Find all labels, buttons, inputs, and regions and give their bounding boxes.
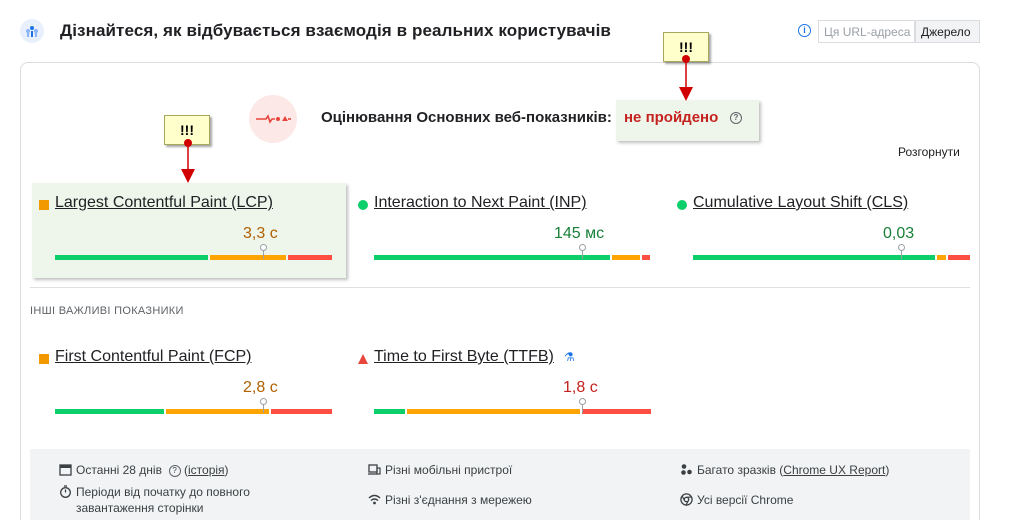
metric-value: 3,3 с bbox=[243, 225, 278, 242]
distribution-bar bbox=[55, 244, 332, 260]
metric-value: 145 мс bbox=[554, 225, 605, 242]
chrome-info: Усі версії Chrome bbox=[680, 492, 793, 508]
metric-ttfb: Time to First Byte (TTFB) ⚗ 1,8 с bbox=[358, 348, 651, 418]
percentile-marker bbox=[579, 244, 586, 259]
percentile-marker bbox=[898, 244, 905, 259]
percentile-marker bbox=[579, 398, 586, 413]
metric-name[interactable]: First Contentful Paint (FCP) bbox=[55, 348, 252, 366]
help-icon[interactable]: ? bbox=[730, 112, 742, 124]
devices-text: Різні мобільні пристрої bbox=[385, 463, 513, 477]
distribution-bar bbox=[55, 398, 332, 414]
chrome-text: Усі версії Chrome bbox=[697, 493, 794, 507]
metric-fcp: First Contentful Paint (FCP) 2,8 с bbox=[39, 348, 332, 418]
samples-icon bbox=[681, 464, 692, 475]
good-segment bbox=[55, 255, 208, 260]
url-tab[interactable]: Ця URL-адреса bbox=[818, 20, 915, 43]
metric-name[interactable]: Interaction to Next Paint (INP) bbox=[374, 194, 587, 212]
good-segment bbox=[374, 409, 405, 414]
metric-value: 0,03 bbox=[883, 225, 915, 242]
poor-segment bbox=[642, 255, 650, 260]
callout-arrow-status bbox=[679, 55, 693, 101]
good-segment bbox=[55, 409, 164, 414]
needs-improvement-segment bbox=[937, 255, 946, 260]
percentile-marker bbox=[260, 244, 267, 259]
samples-text: Багато зразків ( bbox=[697, 463, 784, 477]
callout-arrow-lcp bbox=[181, 139, 195, 183]
devices-info: Різні мобільні пристрої bbox=[368, 462, 512, 478]
duration-info: Періоди від початку до повного завантаже… bbox=[59, 484, 319, 516]
good-marker-icon bbox=[677, 200, 687, 210]
devices-icon bbox=[368, 464, 381, 475]
needs-improvement-segment bbox=[407, 409, 580, 414]
chrome-ux-report-link[interactable]: Chrome UX Report bbox=[783, 463, 885, 477]
page-header: Дізнайтеся, як відбувається взаємодія в … bbox=[0, 0, 1024, 62]
network-info: Різні з'єднання з мережею bbox=[368, 492, 532, 508]
poor-segment bbox=[271, 409, 332, 414]
percentile-marker bbox=[260, 398, 267, 413]
metric-cls: Cumulative Layout Shift (CLS) 0,03 bbox=[677, 194, 970, 264]
poor-segment bbox=[288, 255, 332, 260]
history-link[interactable]: історія bbox=[188, 463, 225, 477]
needs-improvement-marker-icon bbox=[39, 354, 49, 364]
metric-value: 1,8 с bbox=[563, 379, 598, 396]
metric-inp: Interaction to Next Paint (INP) 145 мс bbox=[358, 194, 650, 264]
other-metrics-label: ІНШІ ВАЖЛИВІ ПОКАЗНИКИ bbox=[30, 305, 184, 317]
metric-lcp: Largest Contentful Paint (LCP) 3,3 с bbox=[39, 194, 332, 264]
network-text: Різні з'єднання з мережею bbox=[385, 493, 532, 507]
duration-text: Періоди від початку до повного завантаже… bbox=[76, 485, 250, 515]
metric-name[interactable]: Time to First Byte (TTFB) bbox=[374, 348, 554, 366]
expand-link[interactable]: Розгорнути bbox=[898, 145, 960, 159]
metric-name[interactable]: Largest Contentful Paint (LCP) bbox=[55, 194, 273, 212]
assessment-title: Оцінювання Основних веб-показників: bbox=[321, 109, 612, 126]
failed-assessment-icon bbox=[249, 95, 297, 143]
poor-marker-icon bbox=[358, 354, 368, 364]
calendar-icon bbox=[59, 464, 72, 476]
distribution-bar bbox=[374, 244, 651, 260]
info-icon[interactable]: i bbox=[798, 24, 811, 37]
poor-segment bbox=[582, 409, 651, 414]
distribution-bar bbox=[374, 398, 651, 414]
needs-improvement-segment bbox=[210, 255, 286, 260]
period-text: Останні 28 днів bbox=[76, 463, 162, 477]
poor-segment bbox=[948, 255, 970, 260]
flask-icon[interactable]: ⚗ bbox=[564, 350, 575, 364]
good-segment bbox=[693, 255, 935, 260]
wifi-icon bbox=[368, 494, 381, 505]
needs-improvement-segment bbox=[612, 255, 640, 260]
stopwatch-icon bbox=[60, 485, 71, 498]
needs-improvement-marker-icon bbox=[39, 200, 49, 210]
samples-text-end: ) bbox=[885, 463, 890, 477]
samples-info: Багато зразків (Chrome UX Report) bbox=[680, 462, 889, 478]
good-marker-icon bbox=[358, 200, 368, 210]
metric-name[interactable]: Cumulative Layout Shift (CLS) bbox=[693, 194, 908, 212]
chrome-icon bbox=[680, 493, 693, 506]
source-tab[interactable]: Джерело bbox=[915, 20, 980, 43]
period-info: Останні 28 днів ? (історія) bbox=[59, 462, 229, 478]
section-divider bbox=[30, 287, 970, 288]
page-title: Дізнайтеся, як відбувається взаємодія в … bbox=[60, 21, 611, 40]
metric-value: 2,8 с bbox=[243, 379, 278, 396]
distribution-bar bbox=[693, 244, 970, 260]
good-segment bbox=[374, 255, 610, 260]
crux-people-icon bbox=[20, 19, 44, 43]
assessment-status: не пройдено bbox=[624, 109, 719, 126]
needs-improvement-segment bbox=[166, 409, 269, 414]
help-icon[interactable]: ? bbox=[168, 465, 181, 477]
